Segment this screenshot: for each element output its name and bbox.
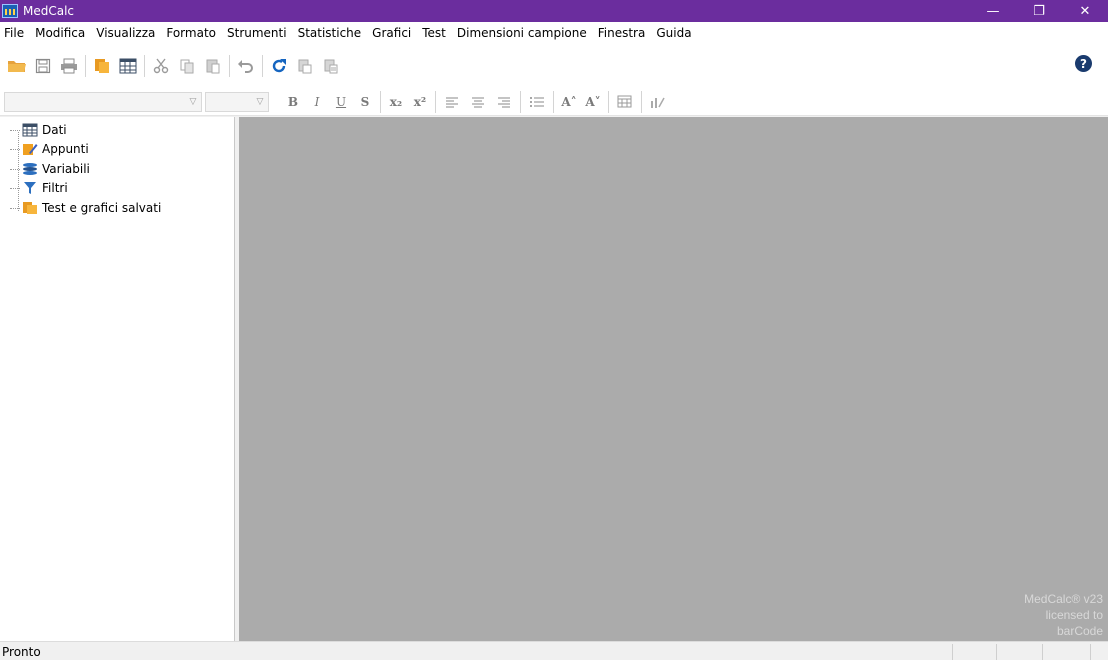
tree-item-label: Dati [42,122,67,137]
license-label: licensed to [1045,608,1103,622]
toolbar-separator [229,55,230,77]
saved-tests-icon [22,201,38,215]
menu-visualizza[interactable]: Visualizza [92,26,162,40]
tree-item-label: Test e grafici salvati [42,200,162,215]
font-size-dropdown[interactable]: ▽ [205,91,269,112]
open-notes-icon[interactable] [89,53,115,79]
bullet-list-icon[interactable] [524,89,550,115]
paste-special-icon[interactable] [318,53,344,79]
toolbar-separator [608,90,609,113]
window-title: MedCalc [23,4,75,18]
refresh-icon[interactable] [266,53,292,79]
tree-item-filtri[interactable]: Filtri [8,179,161,199]
filter-icon [22,181,38,195]
maximize-button[interactable]: ❐ [1016,0,1062,22]
medcalc-app-icon[interactable] [2,4,18,18]
status-bar: Pronto [0,641,1108,660]
contents-panel: Dati Appunti Variabili Filtri Test e gra… [0,117,234,641]
copy-to-clipboard-icon[interactable] [292,53,318,79]
undo-icon[interactable] [233,53,259,79]
toolbar-separator [641,90,642,113]
tree-item-label: Appunti [42,142,89,157]
chevron-down-icon: ▽ [189,96,197,107]
window-controls: — ❐ ✕ [970,0,1108,22]
status-text: Pronto [2,645,41,659]
menu-test[interactable]: Test [418,26,453,40]
paste-icon[interactable] [200,53,226,79]
increase-font-button[interactable]: A˄ [557,91,581,113]
toolbar-separator [262,55,263,77]
status-panel [952,644,953,660]
toolbar-separator [380,90,381,113]
toolbar-separator [144,55,145,77]
contents-tree: Dati Appunti Variabili Filtri Test e gra… [8,120,161,218]
bold-button[interactable]: B [281,91,305,113]
menu-guida[interactable]: Guida [652,26,698,40]
menu-statistiche[interactable]: Statistiche [294,26,369,40]
tree-item-label: Variabili [42,161,90,176]
menu-dimensioni-campione[interactable]: Dimensioni campione [453,26,594,40]
underline-button[interactable]: U [329,91,353,113]
menu-bar: File Modifica Visualizza Formato Strumen… [0,22,1108,44]
chevron-down-icon: ▽ [256,96,264,107]
variables-icon [22,162,38,176]
status-panel [996,644,997,660]
table-icon [22,123,38,137]
format-toolbar: ▽ ▽ B I U S x₂ x² A˄ A˅ [0,88,1108,116]
menu-strumenti[interactable]: Strumenti [223,26,294,40]
spreadsheet-icon[interactable] [115,53,141,79]
notes-icon [22,142,38,156]
align-center-icon[interactable] [465,89,491,115]
decrease-font-button[interactable]: A˅ [581,91,605,113]
toolbar-separator [553,90,554,113]
align-right-icon[interactable] [491,89,517,115]
workspace-area: MedCalc® v23 licensed to barCode [239,117,1108,641]
subscript-button[interactable]: x₂ [384,91,408,113]
menu-finestra[interactable]: Finestra [594,26,653,40]
license-watermark: MedCalc® v23 licensed to barCode [1024,591,1103,639]
chart-edit-icon[interactable] [645,89,671,115]
close-button[interactable]: ✕ [1062,0,1108,22]
menu-grafici[interactable]: Grafici [368,26,418,40]
status-panel [1090,644,1091,660]
tree-item-label: Filtri [42,181,68,196]
cut-icon[interactable] [148,53,174,79]
italic-button[interactable]: I [305,91,329,113]
toolbar-separator [85,55,86,77]
open-folder-icon[interactable] [4,53,30,79]
toolbar-separator [435,90,436,113]
align-left-icon[interactable] [439,89,465,115]
license-version: MedCalc® v23 [1024,592,1103,606]
superscript-button[interactable]: x² [408,91,432,113]
status-panel [1042,644,1043,660]
tree-item-appunti[interactable]: Appunti [8,140,161,160]
font-name-dropdown[interactable]: ▽ [4,91,202,112]
menu-file[interactable]: File [0,26,31,40]
save-icon[interactable] [30,53,56,79]
tree-item-variabili[interactable]: Variabili [8,159,161,179]
license-holder: barCode [1056,624,1103,638]
menu-formato[interactable]: Formato [162,26,223,40]
minimize-button[interactable]: — [970,0,1016,22]
toolbar-separator [520,90,521,113]
strikethrough-button[interactable]: S [353,91,377,113]
menu-modifica[interactable]: Modifica [31,26,92,40]
insert-table-icon[interactable] [612,89,638,115]
tree-item-dati[interactable]: Dati [8,120,161,140]
tree-item-test-grafici-salvati[interactable]: Test e grafici salvati [8,198,161,218]
main-toolbar [0,44,1108,88]
print-icon[interactable] [56,53,82,79]
title-bar: MedCalc — ❐ ✕ [0,0,1108,22]
help-icon[interactable]: ? [1075,55,1092,72]
copy-icon[interactable] [174,53,200,79]
